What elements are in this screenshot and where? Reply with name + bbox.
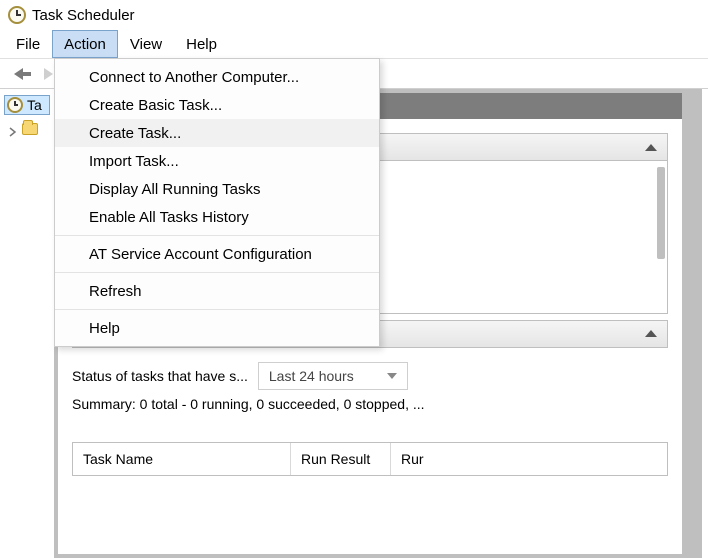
col-run-result[interactable]: Run Result <box>291 443 391 475</box>
menu-bar: File Action View Help <box>0 30 708 58</box>
app-clock-icon <box>8 6 26 24</box>
status-range-value: Last 24 hours <box>269 368 354 384</box>
col-task-name[interactable]: Task Name <box>73 443 291 475</box>
menu-file[interactable]: File <box>4 30 52 58</box>
task-table: Task Name Run Result Rur <box>72 442 668 476</box>
scrollbar-thumb[interactable] <box>657 167 665 259</box>
tree-child[interactable] <box>4 119 50 139</box>
clock-icon <box>7 97 23 113</box>
col-run-truncated[interactable]: Rur <box>391 443 667 475</box>
menu-view[interactable]: View <box>118 30 174 58</box>
menu-action[interactable]: Action <box>52 30 118 58</box>
title-bar: Task Scheduler <box>0 0 708 30</box>
action-dropdown: Connect to Another Computer... Create Ba… <box>54 58 380 347</box>
tree-root-label: Ta <box>27 97 42 113</box>
folder-icon <box>22 123 38 135</box>
menu-create-task[interactable]: Create Task... <box>55 119 379 147</box>
menu-connect[interactable]: Connect to Another Computer... <box>55 63 379 91</box>
arrow-right-icon <box>44 68 53 80</box>
menu-create-basic-task[interactable]: Create Basic Task... <box>55 91 379 119</box>
menu-help-item[interactable]: Help <box>55 314 379 342</box>
status-range-select[interactable]: Last 24 hours <box>258 362 408 390</box>
menu-refresh[interactable]: Refresh <box>55 277 379 305</box>
menu-help[interactable]: Help <box>174 30 229 58</box>
tree-root[interactable]: Ta <box>4 95 50 115</box>
menu-separator <box>55 309 379 310</box>
chevron-down-icon <box>387 373 397 379</box>
window-title: Task Scheduler <box>32 7 135 24</box>
expand-caret-icon[interactable] <box>8 124 18 134</box>
menu-at-service[interactable]: AT Service Account Configuration <box>55 240 379 268</box>
menu-separator <box>55 235 379 236</box>
menu-display-running[interactable]: Display All Running Tasks <box>55 175 379 203</box>
nav-back-button[interactable] <box>6 63 30 85</box>
summary-line: Summary: 0 total - 0 running, 0 succeede… <box>72 396 668 412</box>
task-table-header: Task Name Run Result Rur <box>73 443 667 475</box>
collapse-icon <box>645 144 657 151</box>
menu-enable-history[interactable]: Enable All Tasks History <box>55 203 379 231</box>
menu-import-task[interactable]: Import Task... <box>55 147 379 175</box>
collapse-icon <box>645 330 657 337</box>
tree-pane: Ta <box>0 89 54 558</box>
menu-separator <box>55 272 379 273</box>
status-label: Status of tasks that have s... <box>72 368 248 384</box>
status-filter-row: Status of tasks that have s... Last 24 h… <box>72 362 668 390</box>
arrow-left-icon <box>14 68 23 80</box>
